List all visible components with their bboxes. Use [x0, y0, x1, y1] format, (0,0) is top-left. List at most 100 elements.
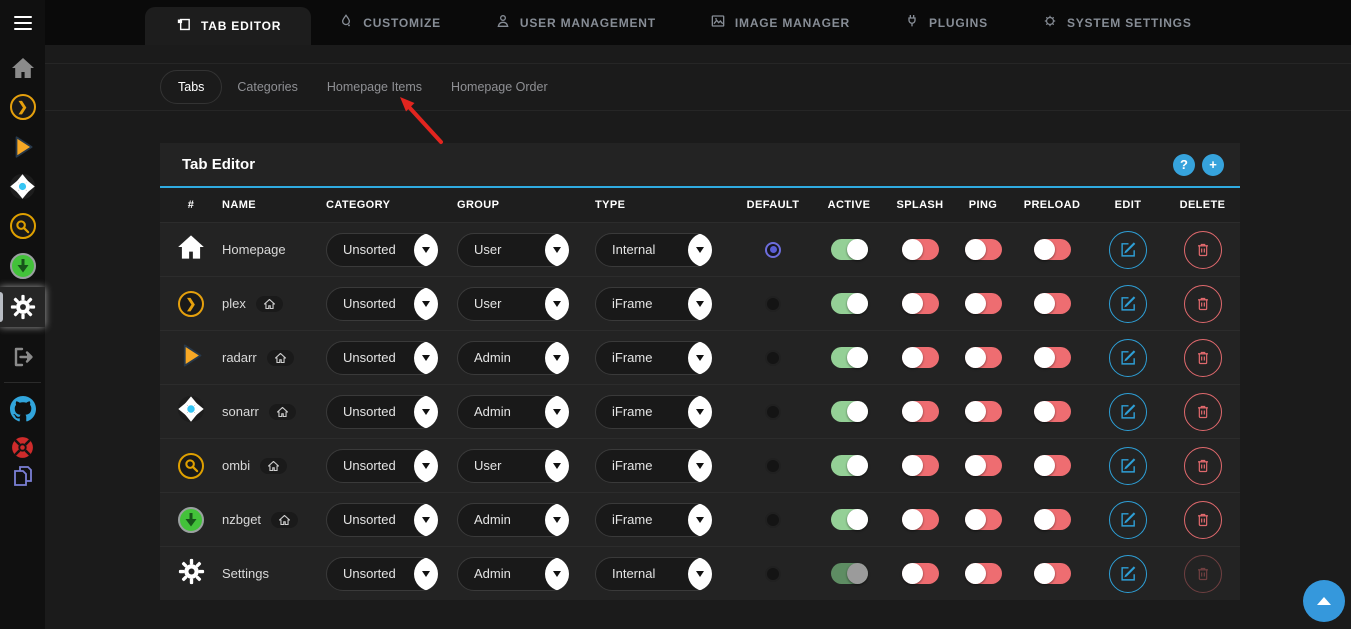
delete-button[interactable]	[1184, 501, 1222, 539]
edit-button[interactable]	[1109, 285, 1147, 323]
ping-toggle[interactable]	[965, 347, 1002, 368]
type-select[interactable]: Internal	[595, 233, 712, 267]
group-select[interactable]: User	[457, 287, 569, 321]
category-select[interactable]: Unsorted	[326, 503, 438, 537]
edit-button[interactable]	[1109, 393, 1147, 431]
tab-system-settings[interactable]: SYSTEM SETTINGS	[1015, 0, 1219, 45]
ping-toggle[interactable]	[965, 239, 1002, 260]
tab-customize[interactable]: CUSTOMIZE	[311, 0, 468, 45]
splash-toggle[interactable]	[902, 293, 939, 314]
edit-button[interactable]	[1109, 501, 1147, 539]
default-radio[interactable]	[765, 566, 781, 582]
sidebar-item-support[interactable]	[0, 432, 45, 462]
default-radio[interactable]	[765, 242, 781, 258]
tab-name: ombi	[222, 458, 250, 473]
category-select[interactable]: Unsorted	[326, 449, 438, 483]
group-select[interactable]: Admin	[457, 503, 569, 537]
preload-toggle[interactable]	[1034, 455, 1071, 476]
delete-button[interactable]	[1184, 447, 1222, 485]
sidebar-item-home[interactable]	[0, 53, 45, 83]
preload-toggle[interactable]	[1034, 401, 1071, 422]
edit-button[interactable]	[1109, 555, 1147, 593]
category-select[interactable]: Unsorted	[326, 557, 438, 591]
active-toggle[interactable]	[831, 401, 868, 422]
active-toggle[interactable]	[831, 455, 868, 476]
group-select[interactable]: Admin	[457, 395, 569, 429]
default-radio[interactable]	[765, 404, 781, 420]
edit-button[interactable]	[1109, 339, 1147, 377]
group-select[interactable]: Admin	[457, 557, 569, 591]
preload-toggle[interactable]	[1034, 509, 1071, 530]
delete-button[interactable]	[1184, 555, 1222, 593]
splash-toggle[interactable]	[902, 509, 939, 530]
preload-toggle[interactable]	[1034, 293, 1071, 314]
ping-toggle[interactable]	[965, 455, 1002, 476]
sidebar-item-radarr[interactable]	[0, 132, 45, 162]
splash-toggle[interactable]	[902, 401, 939, 422]
subnav-item-homepage-items[interactable]: Homepage Items	[327, 80, 422, 94]
sidebar-item-ombi[interactable]	[0, 211, 45, 241]
sidebar-item-nzbget[interactable]	[0, 251, 45, 281]
active-toggle[interactable]	[831, 239, 868, 260]
add-tab-button[interactable]: +	[1202, 154, 1224, 176]
type-select[interactable]: iFrame	[595, 449, 712, 483]
tab-tab-editor[interactable]: TAB EDITOR	[145, 7, 311, 45]
scroll-to-top-button[interactable]	[1303, 580, 1345, 622]
settings-subnav: Tabs Categories Homepage Items Homepage …	[45, 63, 1351, 111]
category-select[interactable]: Unsorted	[326, 395, 438, 429]
category-select[interactable]: Unsorted	[326, 287, 438, 321]
type-select[interactable]: Internal	[595, 557, 712, 591]
splash-toggle[interactable]	[902, 239, 939, 260]
delete-button[interactable]	[1184, 285, 1222, 323]
default-radio[interactable]	[765, 296, 781, 312]
splash-toggle[interactable]	[902, 347, 939, 368]
tab-plugins[interactable]: PLUGINS	[877, 0, 1015, 45]
category-select[interactable]: Unsorted	[326, 233, 438, 267]
edit-button[interactable]	[1109, 447, 1147, 485]
sidebar-item-logout[interactable]	[0, 342, 45, 372]
subnav-item-homepage-order[interactable]: Homepage Order	[451, 80, 548, 94]
group-select[interactable]: User	[457, 449, 569, 483]
default-radio[interactable]	[765, 350, 781, 366]
pages-icon	[11, 464, 35, 488]
menu-icon[interactable]	[0, 8, 45, 38]
help-button[interactable]: ?	[1173, 154, 1195, 176]
active-toggle[interactable]	[831, 293, 868, 314]
active-toggle[interactable]	[831, 347, 868, 368]
type-select[interactable]: iFrame	[595, 287, 712, 321]
type-select[interactable]: iFrame	[595, 503, 712, 537]
type-select[interactable]: iFrame	[595, 395, 712, 429]
delete-button[interactable]	[1184, 339, 1222, 377]
edit-button[interactable]	[1109, 231, 1147, 269]
category-select[interactable]: Unsorted	[326, 341, 438, 375]
delete-button[interactable]	[1184, 393, 1222, 431]
sidebar-item-github[interactable]	[0, 394, 45, 424]
preload-toggle[interactable]	[1034, 239, 1071, 260]
default-radio[interactable]	[765, 458, 781, 474]
active-toggle[interactable]	[831, 563, 868, 584]
sidebar-item-settings[interactable]	[0, 287, 45, 327]
group-select[interactable]: Admin	[457, 341, 569, 375]
ping-toggle[interactable]	[965, 509, 1002, 530]
splash-toggle[interactable]	[902, 455, 939, 476]
category-value: Unsorted	[343, 296, 396, 311]
preload-toggle[interactable]	[1034, 563, 1071, 584]
subnav-item-tabs[interactable]: Tabs	[160, 70, 222, 104]
subnav-item-categories[interactable]: Categories	[237, 80, 297, 94]
ping-toggle[interactable]	[965, 401, 1002, 422]
splash-toggle[interactable]	[902, 563, 939, 584]
sidebar-item-pages[interactable]	[0, 461, 45, 491]
tab-image-manager[interactable]: IMAGE MANAGER	[683, 0, 877, 45]
type-select[interactable]: iFrame	[595, 341, 712, 375]
ping-toggle[interactable]	[965, 293, 1002, 314]
sidebar-item-sonarr[interactable]	[0, 171, 45, 201]
preload-toggle[interactable]	[1034, 347, 1071, 368]
group-select[interactable]: User	[457, 233, 569, 267]
sidebar-item-plex[interactable]: ❯	[0, 92, 45, 122]
default-radio[interactable]	[765, 512, 781, 528]
ping-toggle[interactable]	[965, 563, 1002, 584]
active-toggle[interactable]	[831, 509, 868, 530]
tab-user-management[interactable]: USER MANAGEMENT	[468, 0, 683, 45]
delete-button[interactable]	[1184, 231, 1222, 269]
chevron-down-icon	[539, 287, 569, 321]
